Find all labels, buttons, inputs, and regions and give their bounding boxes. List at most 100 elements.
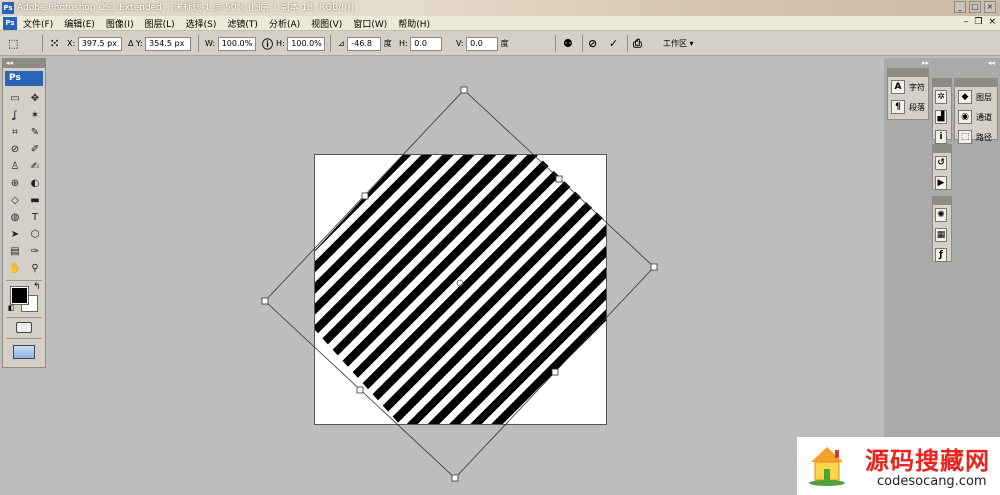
angle-input[interactable]: -46.8	[347, 36, 382, 51]
menu-file[interactable]: 文件(F)	[23, 17, 53, 30]
paragraph-panel-button[interactable]: ¶ 段落	[888, 97, 928, 117]
dodge-tool-icon[interactable]: ▬	[26, 192, 44, 209]
clone-stamp-tool-icon[interactable]: ♙	[6, 158, 24, 175]
cancel-transform-icon[interactable]: ⊘	[588, 31, 597, 56]
w-label: W:	[205, 39, 216, 48]
window-controls: _ □ ×	[954, 1, 996, 13]
ps-logo[interactable]: Ps	[5, 71, 43, 86]
dock-collapse-icon-2[interactable]: ◂◂	[988, 59, 995, 67]
eraser-tool-icon[interactable]: ⊕	[6, 175, 24, 192]
toolbox-collapse-icon[interactable]: ◂◂	[3, 59, 45, 68]
panel-dock: ▸▸ ◂◂ A 字符 ¶ 段落 ✲ ▟ i ◆ 图层 ◉ 通道 ⬚ 路径 ↺ ▶…	[884, 58, 1000, 495]
menu-layer[interactable]: 图层(L)	[145, 17, 175, 30]
height-input[interactable]: 100.0%	[287, 36, 326, 51]
swap-colors-icon[interactable]: ↰	[33, 282, 41, 292]
tool-grid: ▭ ✥ ʆ ✶ ⌗ ✎ ⊘ ✐ ♙ ✍ ⊕ ◐ ◇ ▬ ◍ T ➤ ⬡ ▤ ✑ …	[3, 88, 45, 279]
reference-point-icon[interactable]: ⁙	[50, 31, 59, 56]
history-brush-tool-icon[interactable]: ✍	[26, 158, 44, 175]
paths-icon: ⬚	[958, 130, 972, 144]
document-icon[interactable]: Ps	[3, 16, 17, 30]
x-label: X:	[67, 39, 76, 48]
x-input[interactable]: 397.5 px	[77, 36, 122, 51]
skew-unit: 度	[500, 39, 509, 48]
width-input[interactable]: 100.0%	[217, 36, 256, 51]
watermark-url: codesocang.com	[877, 474, 987, 489]
character-panel-button[interactable]: A 字符	[888, 77, 928, 97]
menu-view[interactable]: 视图(V)	[311, 17, 342, 30]
eyedropper-tool-icon[interactable]: ✑	[26, 243, 44, 260]
menu-image[interactable]: 图像(I)	[106, 17, 134, 30]
hand-tool-icon[interactable]: ✋	[6, 260, 24, 277]
menu-window[interactable]: 窗口(W)	[353, 17, 387, 30]
warp-mode-icon[interactable]: ⚉	[563, 31, 573, 56]
hskew-input[interactable]: 0.0	[410, 36, 443, 51]
layers-label: 图层	[976, 92, 992, 102]
maximize-icon[interactable]: □	[969, 1, 981, 13]
move-tool-icon[interactable]: ✥	[26, 90, 44, 107]
options-bar: ⬚ ⁙ X: 397.5 px Δ Y: 354.5 px W: 100.0% …	[0, 31, 1000, 56]
transform-handle-right[interactable]	[650, 263, 658, 271]
document-canvas[interactable]	[314, 154, 607, 425]
h-label: H:	[276, 39, 285, 48]
house-logo-icon	[809, 447, 845, 486]
link-icon[interactable]: ⓘ	[262, 31, 273, 56]
navigator-icon[interactable]: ✲	[935, 90, 947, 104]
doc-close-icon[interactable]: ×	[988, 17, 996, 27]
paths-label: 路径	[976, 132, 992, 142]
menu-analysis[interactable]: 分析(A)	[269, 17, 300, 30]
doc-minimize-icon[interactable]: –	[964, 17, 969, 27]
history-icon[interactable]: ↺	[935, 156, 947, 170]
character-icon: A	[891, 80, 905, 94]
swatches-styles-group: ✺ ▦ ƒ	[932, 196, 952, 262]
channels-panel-button[interactable]: ◉ 通道	[955, 107, 997, 127]
screen-mode-icon[interactable]	[13, 345, 35, 359]
gradient-tool-icon[interactable]: ◐	[26, 175, 44, 192]
brush-tool-icon[interactable]: ✐	[26, 141, 44, 158]
vskew-input[interactable]: 0.0	[466, 36, 499, 51]
layers-panel-button[interactable]: ◆ 图层	[955, 87, 997, 107]
paths-panel-button[interactable]: ⬚ 路径	[955, 127, 997, 147]
menu-edit[interactable]: 编辑(E)	[64, 17, 95, 30]
slice-tool-icon[interactable]: ✎	[26, 124, 44, 141]
pen-tool-icon[interactable]: ◍	[6, 209, 24, 226]
y-input[interactable]: 354.5 px	[145, 36, 192, 51]
relative-position-icon[interactable]: Δ	[128, 39, 133, 48]
quick-mask-icon[interactable]	[16, 322, 32, 333]
menu-help[interactable]: 帮助(H)	[398, 17, 430, 30]
commit-transform-icon[interactable]: ✓	[609, 31, 618, 56]
menu-bar: Ps 文件(F) 编辑(E) 图像(I) 图层(L) 选择(S) 滤镜(T) 分…	[0, 16, 1000, 31]
type-tool-icon[interactable]: T	[26, 209, 44, 226]
menu-filter[interactable]: 滤镜(T)	[227, 17, 258, 30]
crop-tool-icon[interactable]: ⌗	[6, 124, 24, 141]
default-colors-icon[interactable]: ◧	[8, 304, 15, 312]
minimize-icon[interactable]: _	[954, 1, 966, 13]
actions-icon[interactable]: ▶	[935, 176, 947, 190]
healing-brush-tool-icon[interactable]: ⊘	[6, 141, 24, 158]
doc-restore-icon[interactable]: ❐	[974, 17, 982, 27]
tool-preset-icon[interactable]: ⬚	[8, 31, 18, 56]
magic-wand-tool-icon[interactable]: ✶	[26, 107, 44, 124]
color-palette-icon[interactable]: ✺	[935, 208, 947, 222]
path-selection-tool-icon[interactable]: ➤	[6, 226, 24, 243]
workspace-button[interactable]: 工作区 ▾	[663, 31, 694, 56]
foreground-color-swatch[interactable]	[10, 286, 29, 305]
blur-tool-icon[interactable]: ◇	[6, 192, 24, 209]
transform-handle-bottom[interactable]	[451, 474, 459, 482]
histogram-icon[interactable]: ▟	[935, 110, 947, 124]
info-icon[interactable]: i	[935, 130, 947, 144]
dock-collapse-icon[interactable]: ▸▸	[922, 59, 929, 67]
notes-tool-icon[interactable]: ▤	[6, 243, 24, 260]
menu-select[interactable]: 选择(S)	[186, 17, 217, 30]
styles-icon[interactable]: ƒ	[935, 248, 947, 262]
zoom-tool-icon[interactable]: ⚲	[26, 260, 44, 277]
marquee-tool-icon[interactable]: ▭	[6, 90, 24, 107]
close-icon[interactable]: ×	[984, 1, 996, 13]
shape-tool-icon[interactable]: ⬡	[26, 226, 44, 243]
bridge-icon[interactable]: ⎙	[633, 31, 642, 56]
swatches-icon[interactable]: ▦	[935, 228, 947, 242]
y-label: Y:	[136, 39, 143, 48]
transform-handle-left[interactable]	[261, 297, 269, 305]
lasso-tool-icon[interactable]: ʆ	[6, 107, 24, 124]
transform-handle-top[interactable]	[460, 86, 468, 94]
channels-icon: ◉	[958, 110, 972, 124]
